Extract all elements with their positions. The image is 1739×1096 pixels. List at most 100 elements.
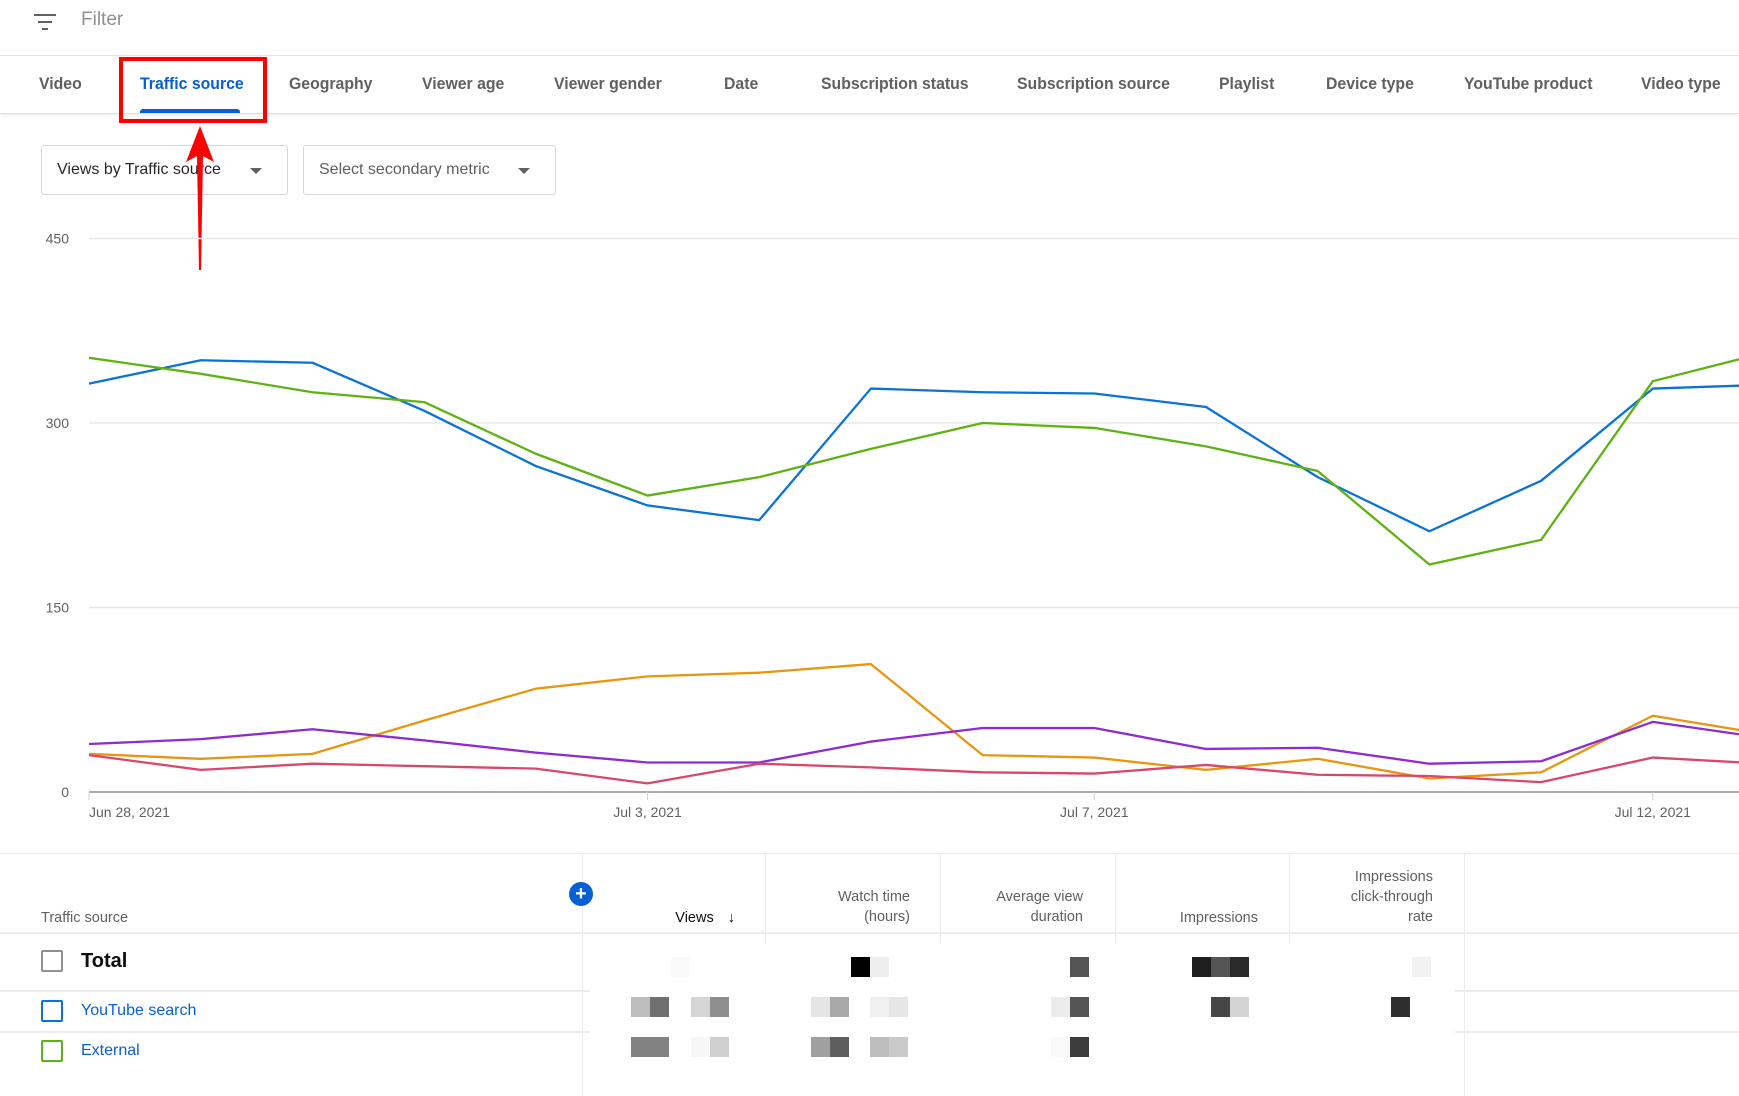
redacted-cell [1230, 957, 1249, 977]
tab-subscription-source[interactable]: Subscription source [1017, 74, 1170, 94]
redacted-cell [650, 997, 669, 1017]
chart-axes: 0 150 300 450 Jun 28, 2021 Jul 3, 2021 Jul 7, … [46, 231, 1739, 820]
redacted-cell [1230, 997, 1249, 1017]
filter-bar: Filter [0, 0, 1739, 56]
y-tick-label: 150 [46, 600, 70, 616]
redacted-cell [710, 1037, 729, 1057]
column-header-impressions[interactable]: Impressions [1120, 908, 1258, 928]
sort-arrow-down-icon: ↓ [727, 910, 735, 926]
x-tick-label: Jul 3, 2021 [613, 804, 682, 820]
column-divider [1115, 854, 1116, 944]
row-checkbox-youtube-search[interactable] [41, 1000, 63, 1022]
redacted-cell [1051, 1037, 1070, 1057]
redacted-cell [1211, 957, 1230, 977]
redacted-cell [1192, 957, 1211, 977]
tab-youtube-product[interactable]: YouTube product [1464, 74, 1593, 94]
chevron-down-icon [518, 168, 530, 174]
y-tick-label: 450 [46, 231, 70, 247]
row-divider [1455, 990, 1739, 992]
column-header-watch-time[interactable]: Watch time (hours) [770, 887, 910, 927]
row-checkbox-total[interactable] [41, 950, 63, 972]
redacted-cell [691, 1037, 710, 1057]
redacted-cell [631, 997, 650, 1017]
avg-view-line2: duration [1030, 909, 1083, 925]
row-checkbox-external[interactable] [41, 1040, 63, 1062]
redacted-cell [870, 1037, 889, 1057]
redacted-cell [811, 1037, 830, 1057]
redacted-cell [671, 957, 690, 977]
x-tick-label: Jul 7, 2021 [1060, 804, 1129, 820]
tab-video-type[interactable]: Video type [1641, 74, 1721, 94]
series-line-external [88, 356, 1739, 566]
redacted-cell [631, 1037, 650, 1057]
tab-viewer-age[interactable]: Viewer age [422, 74, 504, 94]
column-header-views[interactable]: Views ↓ [620, 908, 735, 928]
watch-time-line2: (hours) [864, 909, 910, 925]
row-divider [0, 1031, 590, 1033]
redacted-cell [851, 957, 870, 977]
column-header-traffic-source: Traffic source [41, 910, 129, 926]
plus-circle-icon: + [575, 883, 587, 905]
tab-device-type[interactable]: Device type [1326, 74, 1414, 94]
secondary-metric-select[interactable]: Select secondary metric [303, 145, 556, 195]
column-divider [1289, 854, 1290, 944]
column-divider [765, 854, 766, 944]
row-divider [1455, 1031, 1739, 1033]
active-tab-indicator [140, 109, 240, 113]
y-tick-label: 300 [46, 415, 70, 431]
add-column-button[interactable]: + [569, 882, 593, 906]
filter-icon[interactable] [34, 12, 58, 30]
views-header-label: Views [675, 910, 714, 926]
redacted-cell [1412, 957, 1431, 977]
tab-traffic-source[interactable]: Traffic source [140, 74, 244, 94]
redacted-cell [710, 997, 729, 1017]
tab-video[interactable]: Video [39, 74, 82, 94]
ctr-line1: Impressions [1354, 869, 1433, 885]
dimension-tabs: Video Traffic source Geography Viewer ag… [0, 56, 1739, 114]
series-line-series-5 [88, 753, 1739, 785]
chart-svg: 0 150 300 450 Jun 28, 2021 Jul 3, 2021 Jul 7, … [46, 231, 1739, 820]
ctr-line2: click-through [1350, 889, 1433, 905]
tab-geography[interactable]: Geography [289, 74, 372, 94]
redacted-cell [830, 1037, 849, 1057]
primary-metric-value: Views by Traffic source [57, 161, 221, 178]
x-tick-label: Jun 28, 2021 [89, 804, 170, 820]
chart-series [88, 356, 1739, 785]
tab-playlist[interactable]: Playlist [1219, 74, 1274, 94]
column-divider [1464, 854, 1465, 1096]
redacted-cell [811, 997, 830, 1017]
redacted-cell [889, 1037, 908, 1057]
series-line-series-4 [88, 720, 1739, 765]
tab-viewer-gender[interactable]: Viewer gender [554, 74, 662, 94]
redacted-cell [870, 957, 889, 977]
secondary-metric-placeholder: Select secondary metric [319, 161, 490, 178]
row-label-external[interactable]: External [81, 1042, 140, 1060]
column-divider [940, 854, 941, 944]
ctr-line3: rate [1408, 909, 1433, 925]
row-label-youtube-search[interactable]: YouTube search [81, 1002, 196, 1020]
series-line-youtube-search [88, 359, 1739, 533]
x-tick-label: Jul 12, 2021 [1615, 804, 1691, 820]
primary-metric-select[interactable]: Views by Traffic source [41, 145, 288, 195]
row-divider [0, 990, 590, 992]
redacted-cell [1070, 957, 1089, 977]
filter-input[interactable]: Filter [81, 9, 123, 31]
y-tick-label: 0 [61, 784, 69, 800]
tab-date[interactable]: Date [724, 74, 758, 94]
redacted-cell [1070, 1037, 1089, 1057]
avg-view-line1: Average view [996, 889, 1083, 905]
redacted-cell [1391, 997, 1410, 1017]
views-line-chart: 0 150 300 450 Jun 28, 2021 Jul 3, 2021 Jul 7, … [0, 220, 1739, 820]
redacted-cell [889, 997, 908, 1017]
row-label-total: Total [81, 950, 128, 972]
tab-subscription-status[interactable]: Subscription status [821, 74, 969, 94]
row-divider [0, 932, 1739, 934]
redacted-cell [650, 1037, 669, 1057]
column-header-ctr[interactable]: Impressions click-through rate [1295, 867, 1433, 927]
redacted-cell [691, 997, 710, 1017]
redacted-cell [1211, 997, 1230, 1017]
chart-gridlines [89, 237, 1739, 609]
watch-time-line1: Watch time [838, 889, 910, 905]
column-header-avg-view-duration[interactable]: Average view duration [945, 887, 1083, 927]
chevron-down-icon [250, 168, 262, 174]
